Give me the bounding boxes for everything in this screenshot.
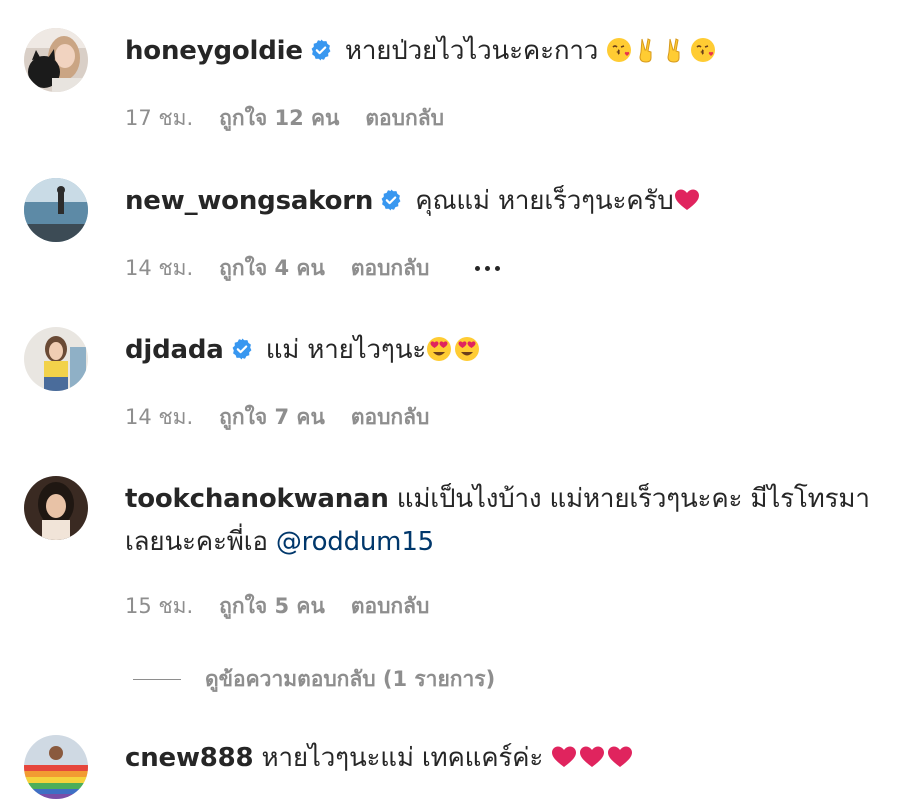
kiss-emoji-icon bbox=[606, 37, 632, 63]
comment-item: honeygoldie หายป่วยไวไวนะคะกาว 17 ชม. ถู… bbox=[24, 28, 894, 130]
comment-username[interactable]: tookchanokwanan bbox=[125, 484, 389, 514]
comment-meta: 14 ชม. ถูกใจ 7 คน ตอบกลับ bbox=[125, 401, 429, 434]
comment-likes[interactable]: ถูกใจ 4 คน bbox=[219, 252, 325, 285]
view-replies-label: ดูข้อความตอบกลับ (1 รายการ) bbox=[205, 667, 496, 691]
comment-timestamp[interactable]: 17 ชม. bbox=[125, 102, 193, 135]
comment-meta: 14 ชม. ถูกใจ 4 คน ตอบกลับ bbox=[125, 252, 501, 285]
verified-badge-icon bbox=[230, 337, 254, 361]
red-heart-emoji-icon bbox=[674, 187, 700, 213]
comment-timestamp[interactable]: 14 ชม. bbox=[125, 401, 193, 434]
kiss-emoji-icon bbox=[690, 37, 716, 63]
victory-hand-emoji-icon bbox=[634, 37, 660, 63]
verified-badge-icon bbox=[309, 38, 333, 62]
comment-username[interactable]: honeygoldie bbox=[125, 36, 303, 66]
comment-text: หายไวๆนะแม่ เทคแคร์ค่ะ bbox=[261, 743, 544, 773]
comment-meta: 15 ชม. ถูกใจ 5 คน ตอบกลับ bbox=[125, 590, 429, 623]
comment-text: แม่ หายไวๆนะ bbox=[265, 335, 427, 365]
comment-likes[interactable]: ถูกใจ 12 คน bbox=[219, 102, 339, 135]
comment-text: คุณแม่ หายเร็วๆนะครับ bbox=[415, 186, 674, 216]
verified-badge-icon bbox=[379, 188, 403, 212]
comment-meta: 17 ชม. ถูกใจ 12 คน ตอบกลับ bbox=[125, 102, 444, 135]
comment-item: tookchanokwanan แม่เป็นไงบ้าง แม่หายเร็ว… bbox=[24, 476, 894, 618]
divider-line bbox=[133, 679, 181, 680]
comment-item: cnew888 หายไวๆนะแม่ เทคแคร์ค่ะ bbox=[24, 735, 894, 799]
comment-timestamp[interactable]: 14 ชม. bbox=[125, 252, 193, 285]
comment-likes[interactable]: ถูกใจ 5 คน bbox=[219, 590, 325, 623]
comment-item: djdada แม่ หายไวๆนะ 14 ชม. ถูกใจ 7 คน ตอ… bbox=[24, 327, 894, 429]
comment-text: หายป่วยไวไวนะคะกาว bbox=[344, 36, 599, 66]
reply-button[interactable]: ตอบกลับ bbox=[351, 590, 430, 623]
victory-hand-emoji-icon bbox=[662, 37, 688, 63]
mention-link[interactable]: @roddum15 bbox=[276, 527, 434, 557]
red-heart-emoji-icon bbox=[579, 744, 605, 770]
more-options-icon[interactable] bbox=[475, 266, 501, 271]
reply-button[interactable]: ตอบกลับ bbox=[351, 252, 430, 285]
comment-username[interactable]: cnew888 bbox=[125, 743, 254, 773]
avatar[interactable] bbox=[24, 476, 88, 540]
comment-timestamp[interactable]: 15 ชม. bbox=[125, 590, 193, 623]
comment-username[interactable]: new_wongsakorn bbox=[125, 186, 373, 216]
avatar[interactable] bbox=[24, 735, 88, 799]
avatar[interactable] bbox=[24, 28, 88, 92]
red-heart-emoji-icon bbox=[551, 744, 577, 770]
reply-button[interactable]: ตอบกลับ bbox=[365, 102, 444, 135]
view-replies-button[interactable]: ดูข้อความตอบกลับ (1 รายการ) bbox=[133, 663, 495, 696]
avatar[interactable] bbox=[24, 327, 88, 391]
heart-eyes-emoji-icon bbox=[454, 336, 480, 362]
heart-eyes-emoji-icon bbox=[426, 336, 452, 362]
comment-username[interactable]: djdada bbox=[125, 335, 224, 365]
red-heart-emoji-icon bbox=[607, 744, 633, 770]
avatar[interactable] bbox=[24, 178, 88, 242]
comment-likes[interactable]: ถูกใจ 7 คน bbox=[219, 401, 325, 434]
comment-item: new_wongsakorn คุณแม่ หายเร็วๆนะครับ 14 … bbox=[24, 178, 894, 280]
reply-button[interactable]: ตอบกลับ bbox=[351, 401, 430, 434]
